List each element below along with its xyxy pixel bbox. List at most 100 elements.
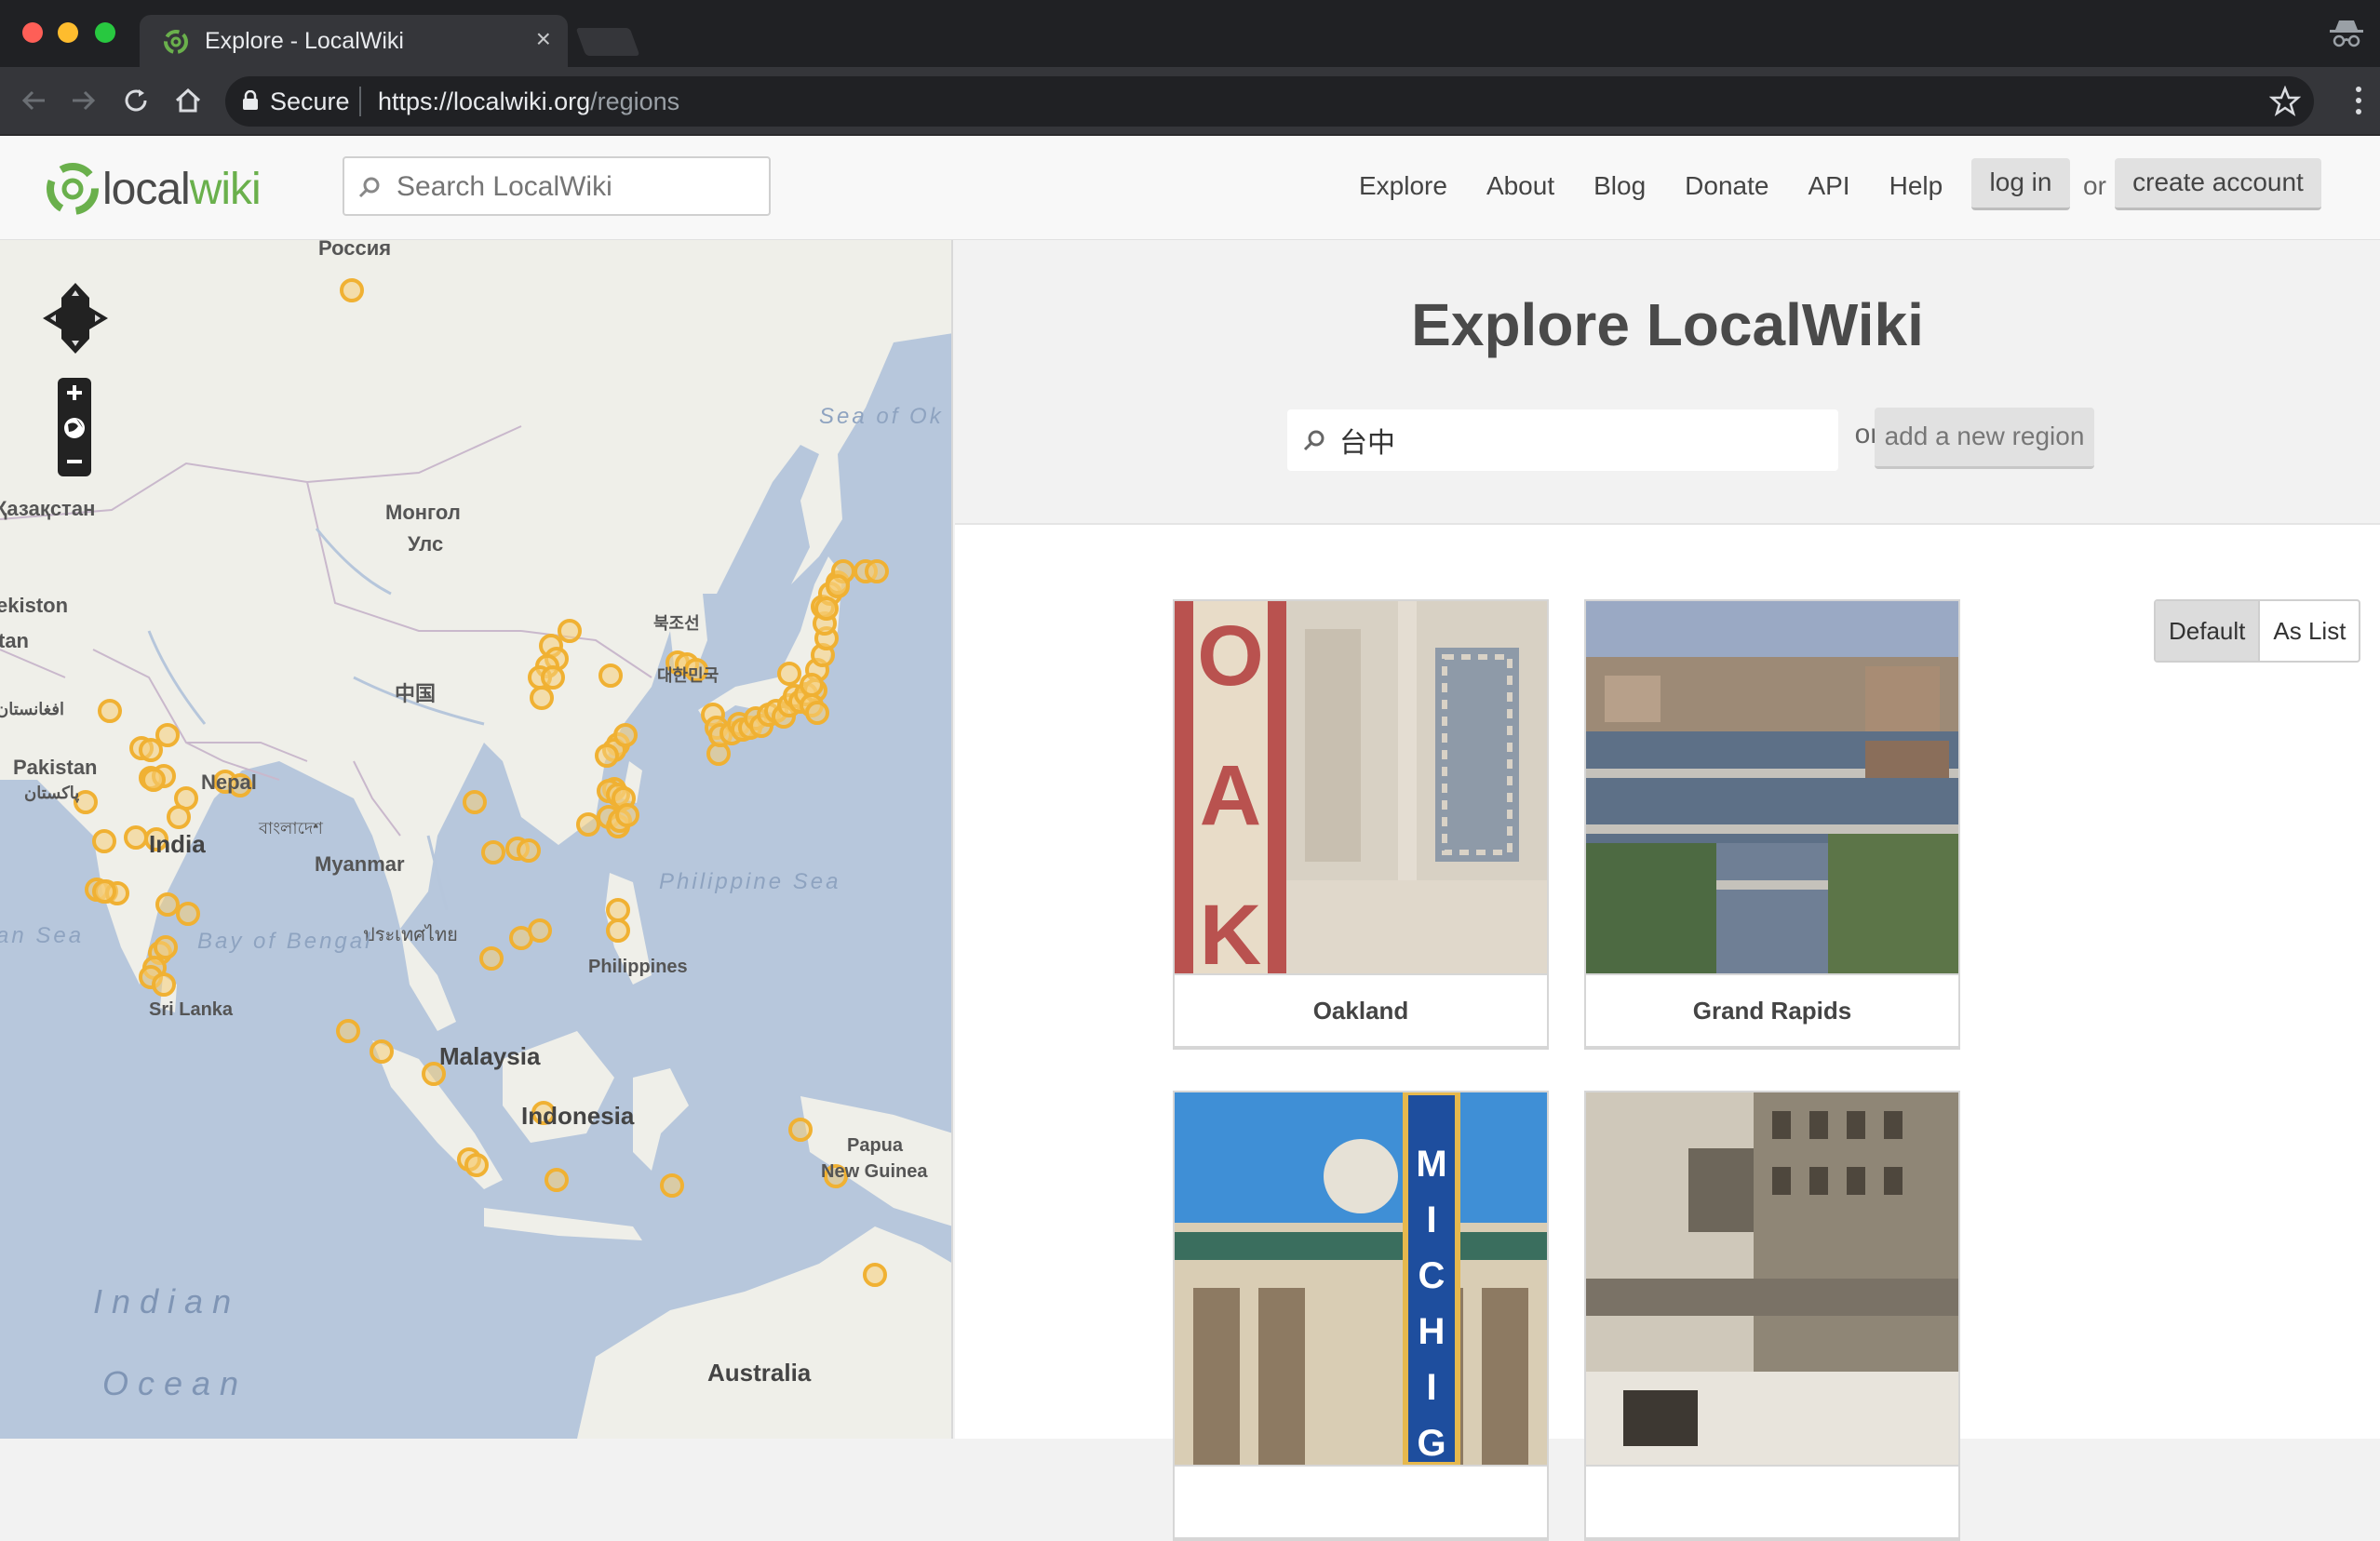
- region-marker[interactable]: [545, 1168, 569, 1192]
- region-marker[interactable]: [155, 892, 180, 917]
- map-label: Indonesia: [521, 1102, 635, 1130]
- region-marker[interactable]: [464, 1153, 489, 1177]
- region-marker[interactable]: [463, 790, 487, 814]
- reload-icon[interactable]: [119, 84, 153, 117]
- region-marker[interactable]: [176, 902, 200, 926]
- region-marker[interactable]: [340, 278, 364, 302]
- map-label: 북조선: [653, 614, 700, 633]
- region-marker[interactable]: [595, 744, 619, 768]
- site-search-input[interactable]: [397, 168, 760, 207]
- map-label: 中国: [395, 682, 437, 705]
- localwiki-logo[interactable]: localwiki: [43, 156, 262, 221]
- historic-street-photo-image: [1586, 1092, 1958, 1465]
- nav-blog[interactable]: Blog: [1593, 171, 1646, 201]
- login-button[interactable]: log in: [1971, 158, 2070, 210]
- forward-arrow-icon[interactable]: [67, 84, 101, 117]
- region-marker[interactable]: [528, 918, 552, 943]
- explore-header: Explore LocalWiki or add a new region: [955, 240, 2380, 525]
- region-marker[interactable]: [139, 738, 163, 762]
- bookmark-star-icon[interactable]: [2269, 86, 2301, 117]
- region-marker[interactable]: [598, 663, 623, 688]
- region-marker[interactable]: [530, 686, 554, 710]
- regions-map[interactable]: Россия Қазақстан Монгол Улс ekiston tan …: [0, 240, 953, 1439]
- close-tab-icon[interactable]: ×: [536, 24, 551, 54]
- map-label: ประเทศไทย: [363, 925, 458, 945]
- svg-text:K: K: [1200, 888, 1261, 973]
- svg-text:I: I: [1426, 1367, 1436, 1408]
- region-marker[interactable]: [613, 723, 638, 747]
- site-search-box[interactable]: [343, 156, 771, 216]
- region-marker[interactable]: [788, 1118, 813, 1142]
- map-label: Қазақстан: [0, 497, 96, 520]
- localwiki-logo-icon: [47, 163, 99, 215]
- back-arrow-icon[interactable]: [17, 84, 50, 117]
- svg-text:A: A: [1200, 748, 1261, 843]
- page-title: Explore LocalWiki: [1411, 291, 1924, 358]
- region-marker[interactable]: [606, 898, 630, 922]
- region-marker[interactable]: [800, 673, 824, 697]
- region-marker[interactable]: [92, 829, 116, 853]
- region-search-box[interactable]: [1287, 409, 1838, 471]
- region-marker[interactable]: [517, 838, 541, 863]
- region-marker[interactable]: [124, 825, 148, 850]
- region-card-grand-rapids[interactable]: Grand Rapids: [1584, 599, 1960, 1050]
- view-list-button[interactable]: As List: [2260, 601, 2359, 661]
- region-marker[interactable]: [606, 918, 630, 943]
- region-marker[interactable]: [479, 946, 504, 971]
- region-marker[interactable]: [615, 803, 639, 827]
- region-marker[interactable]: [576, 812, 600, 837]
- nav-api[interactable]: API: [1808, 171, 1849, 201]
- region-marker[interactable]: [92, 879, 116, 904]
- region-marker[interactable]: [541, 665, 565, 690]
- incognito-icon: [2330, 20, 2363, 47]
- region-marker[interactable]: [370, 1039, 394, 1064]
- region-marker[interactable]: [558, 619, 582, 643]
- map-label: Pakistan: [13, 756, 98, 779]
- new-tab-button[interactable]: [575, 28, 640, 56]
- region-marker[interactable]: [481, 840, 505, 864]
- region-marker[interactable]: [152, 972, 176, 997]
- region-marker[interactable]: [98, 699, 122, 723]
- sea-label: Bay of Bengal: [197, 929, 373, 954]
- address-bar[interactable]: Secure https://localwiki.org/regions: [225, 76, 2314, 127]
- region-card-oakland[interactable]: O A K Oakland: [1173, 599, 1549, 1050]
- region-marker[interactable]: [865, 559, 889, 583]
- region-marker[interactable]: [805, 701, 829, 725]
- region-marker[interactable]: [863, 1263, 887, 1287]
- close-window-button[interactable]: [22, 22, 43, 43]
- site-header: localwiki Explore About Blog Donate API …: [0, 136, 2380, 240]
- region-marker[interactable]: [154, 935, 178, 959]
- maximize-window-button[interactable]: [95, 22, 115, 43]
- nav-about[interactable]: About: [1486, 171, 1554, 201]
- svg-text:O: O: [1197, 609, 1264, 704]
- region-card-4[interactable]: [1584, 1091, 1960, 1541]
- region-marker[interactable]: [336, 1019, 360, 1043]
- add-region-button[interactable]: add a new region: [1875, 408, 2094, 469]
- nav-donate[interactable]: Donate: [1685, 171, 1768, 201]
- browser-menu-icon[interactable]: [2354, 84, 2363, 117]
- region-marker[interactable]: [826, 574, 850, 598]
- region-card-3[interactable]: M I C H I G: [1173, 1091, 1549, 1541]
- region-marker[interactable]: [777, 662, 801, 686]
- map-zoom-control[interactable]: [56, 376, 93, 478]
- region-marker[interactable]: [155, 723, 180, 747]
- browser-tab[interactable]: Explore - LocalWiki ×: [140, 15, 568, 67]
- create-account-button[interactable]: create account: [2115, 158, 2321, 210]
- nav-help[interactable]: Help: [1889, 171, 1943, 201]
- minimize-window-button[interactable]: [58, 22, 78, 43]
- map-label: Монгол: [385, 501, 461, 524]
- map-label: Papua: [847, 1135, 904, 1156]
- region-marker[interactable]: [167, 805, 191, 829]
- region-marker[interactable]: [814, 596, 839, 621]
- nav-explore[interactable]: Explore: [1359, 171, 1447, 201]
- omnibox-separator: [359, 87, 361, 116]
- region-marker[interactable]: [141, 768, 166, 792]
- region-search-input[interactable]: [1339, 421, 1823, 460]
- michigan-theater-photo: M I C H I G: [1175, 1092, 1547, 1465]
- view-default-button[interactable]: Default: [2156, 601, 2261, 661]
- oakland-photo: O A K: [1175, 601, 1547, 973]
- map-pan-control[interactable]: [41, 281, 110, 355]
- home-icon[interactable]: [171, 84, 205, 117]
- region-marker[interactable]: [660, 1173, 684, 1198]
- browser-titlebar: Explore - LocalWiki ×: [0, 0, 2380, 67]
